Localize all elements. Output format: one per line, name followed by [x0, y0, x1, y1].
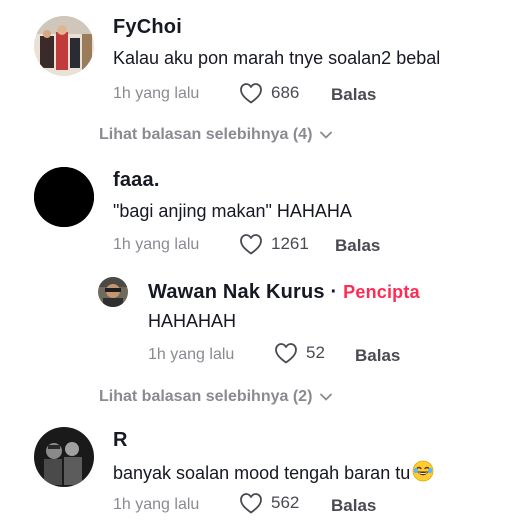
heart-outline-icon [274, 342, 298, 364]
like-count: 52 [306, 343, 325, 362]
avatar[interactable] [34, 167, 94, 227]
comment-text: banyak soalan mood tengah baran tu [113, 463, 411, 483]
laughing-tears-emoji [412, 460, 434, 487]
like-button[interactable]: 562 [239, 492, 299, 514]
avatar[interactable] [34, 16, 94, 76]
reply-button[interactable]: Balas [331, 85, 376, 105]
reply-username[interactable]: Wawan Nak Kurus [148, 281, 325, 303]
comment-text: "bagi anjing makan" HAHAHA [113, 201, 352, 221]
comment-text: Kalau aku pon marah tnye soalan2 bebal [113, 48, 441, 68]
view-more-replies[interactable]: Lihat balasan selebihnya (4) [99, 126, 333, 144]
view-more-label: Lihat balasan selebihnya (2) [99, 388, 313, 405]
like-button[interactable]: 52 [274, 342, 325, 364]
reply-username-row: Wawan Nak Kurus · Pencipta [148, 281, 420, 304]
comment-username[interactable]: faaa. [113, 169, 160, 192]
heart-outline-icon [239, 233, 263, 255]
like-count: 1261 [271, 234, 309, 253]
view-more-replies[interactable]: Lihat balasan selebihnya (2) [99, 388, 333, 406]
comment-time: 1h yang lalu [113, 85, 200, 102]
reply-button[interactable]: Balas [331, 496, 376, 516]
comment-text-row: banyak soalan mood tengah baran tu [113, 460, 434, 487]
comment-time: 1h yang lalu [113, 496, 200, 513]
view-more-label: Lihat balasan selebihnya (4) [99, 126, 313, 143]
avatar[interactable] [98, 277, 128, 307]
like-count: 562 [271, 493, 300, 512]
reply-text: HAHAHAH [148, 311, 237, 331]
heart-outline-icon [239, 82, 263, 104]
reply-button[interactable]: Balas [335, 236, 380, 256]
like-button[interactable]: 686 [239, 82, 299, 104]
separator-dot: · [330, 281, 338, 303]
avatar[interactable] [34, 427, 94, 487]
comment-username[interactable]: FyChoi [113, 16, 182, 39]
comment-username[interactable]: R [113, 429, 128, 452]
reply-time: 1h yang lalu [148, 346, 235, 363]
creator-badge: Pencipta [343, 282, 420, 302]
like-button[interactable]: 1261 [239, 233, 309, 255]
reply-button[interactable]: Balas [355, 346, 400, 366]
chevron-down-icon [320, 131, 333, 139]
heart-outline-icon [239, 492, 263, 514]
chevron-down-icon [320, 393, 333, 401]
like-count: 686 [271, 83, 300, 102]
comment-time: 1h yang lalu [113, 236, 200, 253]
